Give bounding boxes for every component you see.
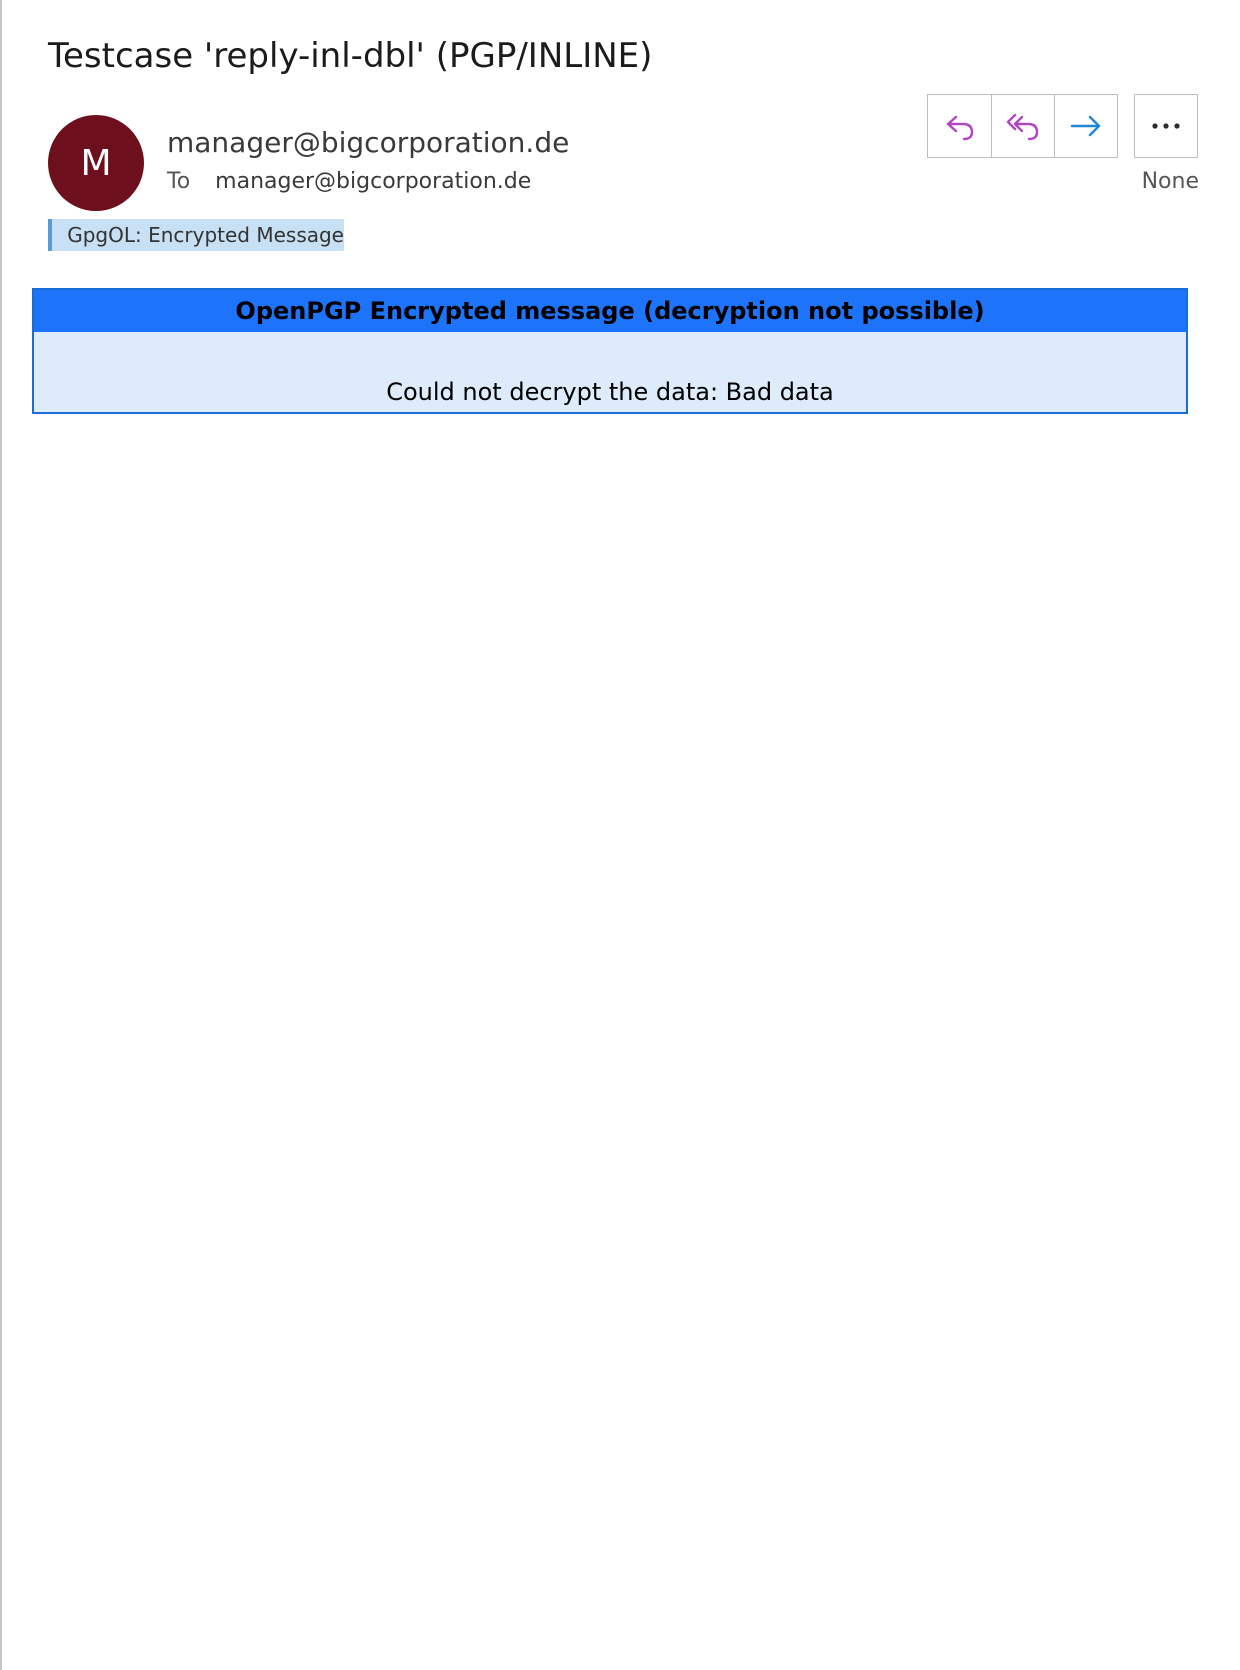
reply-icon (946, 115, 973, 141)
reply-all-button[interactable] (991, 95, 1054, 157)
avatar-initial: M (80, 142, 112, 184)
recipient-line: To manager@bigcorporation.de (167, 169, 531, 194)
recipient-address[interactable]: manager@bigcorporation.de (215, 169, 531, 194)
pgp-notice: OpenPGP Encrypted message (decryption no… (32, 288, 1188, 414)
forward-icon (1070, 115, 1101, 137)
sender-address[interactable]: manager@bigcorporation.de (167, 126, 569, 159)
category-tag[interactable]: GpgOL: Encrypted Message (48, 219, 344, 251)
category-label: GpgOL: Encrypted Message (67, 223, 344, 247)
reply-all-icon (1006, 113, 1039, 141)
sender-avatar[interactable]: M (48, 115, 144, 211)
more-icon (1152, 123, 1180, 129)
forward-button[interactable] (1054, 95, 1117, 157)
pgp-notice-title: OpenPGP Encrypted message (decryption no… (34, 290, 1186, 332)
message-date: None (1141, 169, 1199, 194)
pgp-notice-body: Could not decrypt the data: Bad data (386, 378, 834, 406)
message-subject: Testcase 'reply-inl-dbl' (PGP/INLINE) (48, 36, 653, 76)
more-actions-button[interactable] (1134, 94, 1198, 158)
reply-button[interactable] (928, 95, 991, 157)
message-actions (927, 94, 1118, 158)
pane-divider[interactable] (0, 0, 2, 1670)
category-color-bar (48, 219, 53, 251)
to-label: To (167, 169, 191, 194)
reading-pane: Testcase 'reply-inl-dbl' (PGP/INLINE) M … (0, 0, 1240, 1670)
